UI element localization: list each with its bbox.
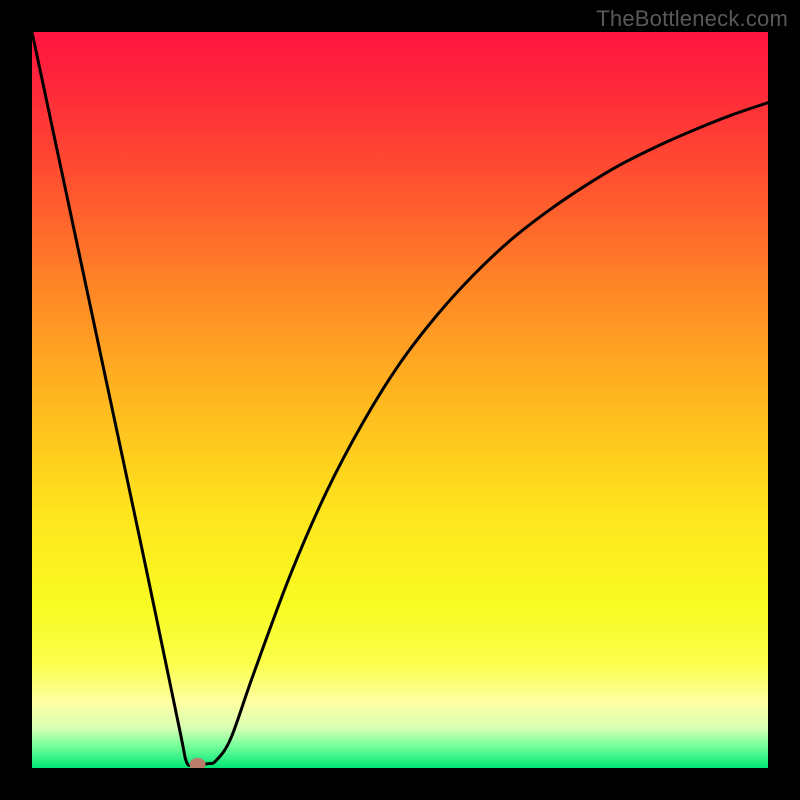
chart-frame: TheBottleneck.com bbox=[0, 0, 800, 800]
plot-area bbox=[32, 32, 768, 768]
chart-background bbox=[32, 32, 768, 768]
watermark-text: TheBottleneck.com bbox=[596, 6, 788, 32]
bottleneck-curve-chart bbox=[32, 32, 768, 768]
